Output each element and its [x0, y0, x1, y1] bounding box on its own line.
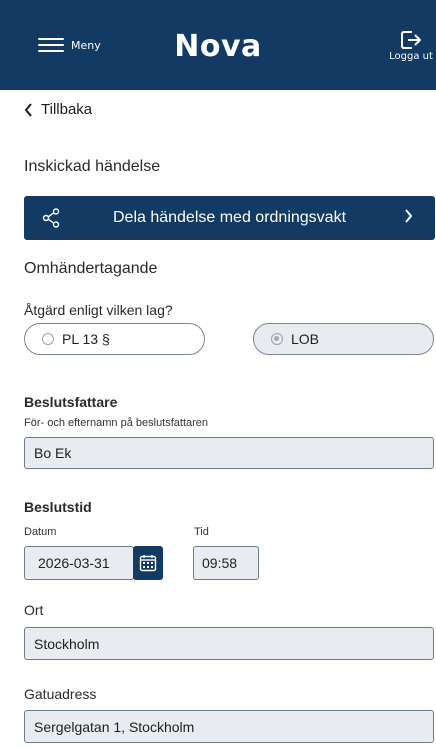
city-input[interactable]: Stockholm — [24, 627, 434, 660]
decision-maker-value: Bo Ek — [34, 445, 72, 461]
law-question: Åtgärd enligt vilken lag? — [24, 302, 173, 318]
decision-time-label: Beslutstid — [24, 499, 92, 515]
city-value: Stockholm — [34, 635, 100, 652]
decision-maker-input[interactable]: Bo Ek — [24, 437, 434, 469]
city-label: Ort — [24, 602, 44, 618]
time-label: Tid — [194, 526, 209, 538]
decision-maker-label: Beslutsfattare — [24, 394, 118, 410]
logout-label: Logga ut — [389, 51, 433, 62]
logout-button[interactable]: Logga ut — [386, 30, 436, 62]
radio-circle-icon — [42, 333, 54, 345]
date-value: 2026-03-31 — [38, 555, 110, 571]
radio-selected-icon — [271, 333, 283, 345]
section-title-submitted: Inskickad händelse — [24, 158, 161, 175]
logout-icon — [401, 31, 421, 49]
app-title: Nova — [174, 29, 262, 64]
chevron-right-icon — [405, 209, 413, 223]
radio-label-lob: LOB — [291, 331, 320, 347]
back-link[interactable]: Tillbaka — [24, 101, 92, 118]
share-incident-button[interactable]: Dela händelse med ordningsvakt — [24, 196, 435, 240]
date-label: Datum — [24, 526, 57, 538]
section-title-custody: Omhändertagande — [24, 260, 158, 277]
share-icon — [42, 208, 60, 228]
decision-maker-helper: För- och efternamn på beslutsfattaren — [24, 417, 209, 429]
radio-pl13[interactable]: PL 13 § — [24, 323, 205, 355]
share-label: Dela händelse med ordningsvakt — [112, 209, 347, 226]
date-input[interactable]: 2026-03-31 — [24, 546, 134, 580]
back-label: Tillbaka — [41, 101, 93, 118]
chevron-left-icon — [24, 102, 32, 117]
radio-label-pl13: PL 13 § — [62, 331, 110, 347]
street-label: Gatuadress — [24, 686, 97, 702]
calendar-icon — [139, 555, 157, 572]
time-input[interactable]: 09:58 — [193, 546, 259, 580]
street-input[interactable]: Sergelgatan 1, Stockholm — [24, 710, 434, 743]
radio-lob[interactable]: LOB — [253, 323, 434, 355]
top-bar: Meny Nova Logga ut — [0, 0, 436, 90]
street-value: Sergelgatan 1, Stockholm — [34, 718, 195, 735]
time-value: 09:58 — [202, 555, 238, 571]
date-picker-button[interactable] — [133, 546, 163, 580]
